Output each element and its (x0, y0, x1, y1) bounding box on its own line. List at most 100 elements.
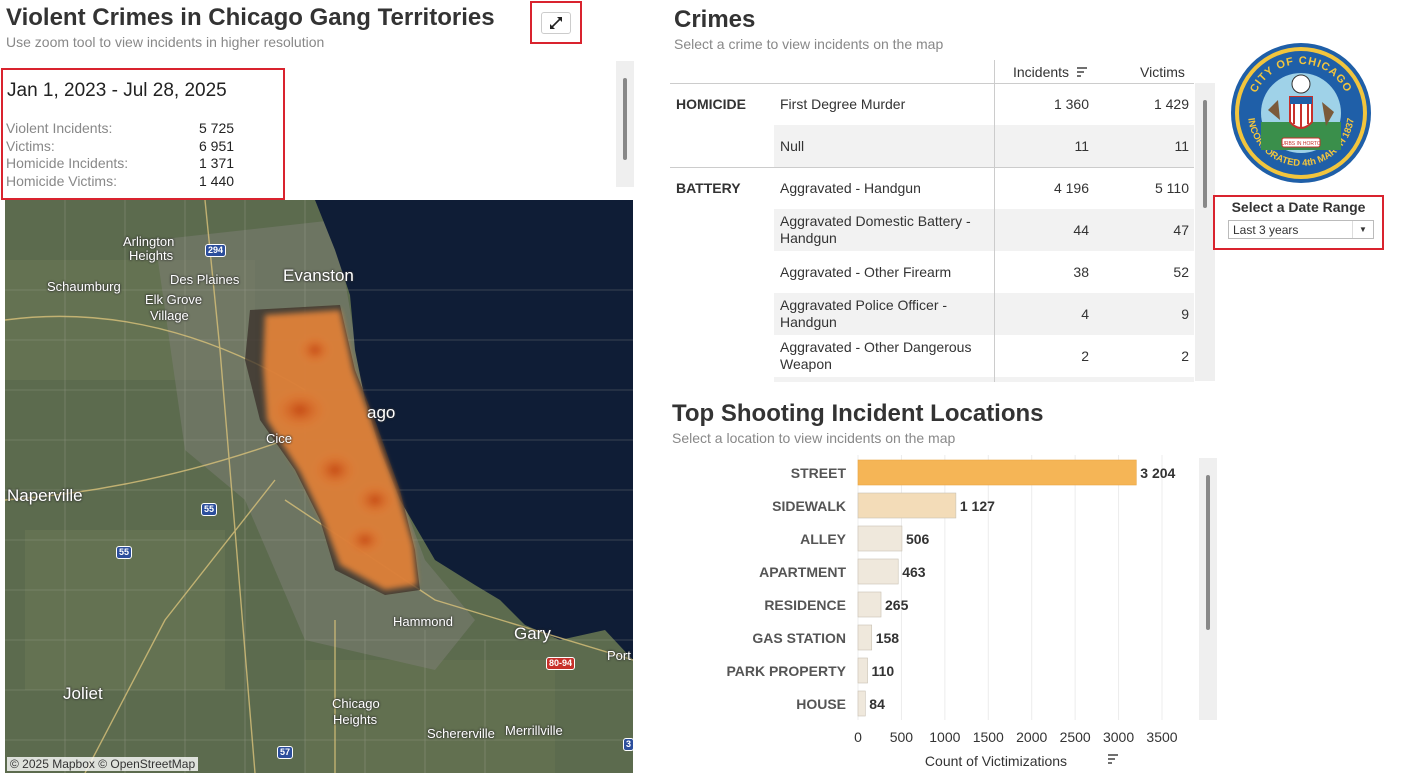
crime-row-name[interactable]: Aggravated - Other Firearm (780, 264, 995, 281)
crimes-subtitle: Select a crime to view incidents on the … (674, 36, 944, 52)
bar-gas-station[interactable] (857, 624, 873, 651)
dropdown-arrow-icon[interactable]: ▼ (1352, 221, 1373, 238)
crime-row-incidents[interactable]: 38 (1019, 264, 1089, 280)
bar-sidewalk[interactable] (857, 492, 957, 519)
x-tick-label: 1000 (929, 729, 960, 745)
crime-row-victims[interactable]: 5 110 (1119, 180, 1189, 196)
header-divider (670, 83, 1194, 84)
crime-row-name[interactable]: Aggravated Police Officer - Handgun (780, 297, 995, 331)
map-label-village: Village (150, 308, 189, 323)
map-label-gary: Gary (514, 624, 551, 643)
date-range-selected-value: Last 3 years (1233, 223, 1299, 237)
bar-value-label: 1 127 (960, 498, 995, 514)
crime-row-name[interactable]: Null (780, 138, 995, 155)
sort-icon[interactable] (1076, 67, 1088, 77)
x-tick-label: 3500 (1146, 729, 1177, 745)
crime-row-name[interactable]: Aggravated Domestic Battery - Handgun (780, 213, 995, 247)
map-label-des-plaines: Des Plaines (170, 272, 240, 287)
category-battery[interactable]: BATTERY (676, 180, 741, 196)
crime-row-victims[interactable]: 1 429 (1119, 96, 1189, 112)
crime-row-name[interactable]: Aggravated - Handgun (780, 180, 995, 197)
stat-label-homicide-victims: Homicide Victims: (6, 173, 117, 189)
locations-scrollbar-thumb[interactable] (1206, 475, 1210, 630)
bar-value-label: 463 (902, 564, 926, 580)
category-label[interactable]: GAS STATION (752, 630, 846, 646)
summary-scrollbar-thumb[interactable] (623, 78, 627, 160)
seal-icon: CITY OF CHICAGO INCORPORATED 4th MARCH 1… (1231, 43, 1371, 183)
page-subtitle: Use zoom tool to view incidents in highe… (6, 34, 325, 50)
map-label-chicago: ago (367, 403, 396, 422)
bar-value-label: 158 (876, 630, 900, 646)
map-label-naperville: Naperville (7, 486, 83, 505)
bar-alley[interactable] (857, 525, 903, 552)
crime-row-name[interactable]: First Degree Murder (780, 96, 995, 113)
bar-street[interactable] (857, 459, 1137, 486)
map-label-schererville: Schererville (427, 726, 495, 741)
date-range-select[interactable]: Last 3 years ▼ (1228, 220, 1374, 239)
stat-label-victims: Victims: (6, 138, 55, 154)
category-homicide[interactable]: HOMICIDE (676, 96, 746, 112)
locations-title: Top Shooting Incident Locations (672, 400, 1044, 427)
column-header-incidents[interactable]: Incidents (1013, 64, 1088, 80)
map-attribution[interactable]: © 2025 Mapbox © OpenStreetMap (7, 757, 199, 771)
bar-house[interactable] (857, 690, 866, 717)
crime-row-victims[interactable]: 47 (1119, 222, 1189, 238)
bar-value-label: 506 (906, 531, 930, 547)
date-filter-label: Select a Date Range (1231, 199, 1366, 215)
crime-row-incidents[interactable]: 4 (1019, 306, 1089, 322)
crime-map[interactable]: Arlington Heights Schaumburg Des Plaines… (5, 200, 633, 773)
map-label-merrillville: Merrillville (505, 723, 563, 738)
seal-ribbon-text: URBS IN HORTO (1281, 141, 1321, 147)
map-label-joliet: Joliet (63, 684, 103, 703)
highway-shield-57: 57 (277, 746, 294, 759)
axis-sort-icon[interactable] (1108, 754, 1118, 764)
map-label-chicago-heights-1: Chicago (332, 696, 380, 711)
column-header-incidents-label: Incidents (1013, 64, 1070, 80)
crime-row-victims[interactable]: 2 (1119, 348, 1189, 364)
highway-shield-55b: 55 (116, 546, 133, 559)
crime-row-incidents[interactable]: 2 (1019, 348, 1089, 364)
map-label-arlington: Arlington (123, 234, 175, 249)
crime-row-incidents[interactable]: 1 360 (1019, 96, 1089, 112)
x-tick-label: 500 (890, 729, 914, 745)
category-label[interactable]: ALLEY (800, 531, 847, 547)
bar-residence[interactable] (857, 591, 882, 618)
bar-park-property[interactable] (857, 657, 868, 684)
map-label-heights: Heights (129, 248, 174, 263)
x-tick-label: 2000 (1016, 729, 1047, 745)
category-label[interactable]: RESIDENCE (764, 597, 846, 613)
crime-row-victims[interactable]: 11 (1119, 138, 1189, 154)
expand-icon (550, 17, 562, 29)
date-range-text: Jan 1, 2023 - Jul 28, 2025 (7, 80, 227, 101)
category-label[interactable]: PARK PROPERTY (726, 663, 846, 679)
crime-row-victims[interactable]: 9 (1119, 306, 1189, 322)
bar-apartment[interactable] (857, 558, 899, 585)
crime-row-incidents[interactable]: 44 (1019, 222, 1089, 238)
map-label-chicago-heights-2: Heights (333, 712, 378, 727)
column-header-victims[interactable]: Victims (1140, 64, 1185, 80)
crimes-table: Incidents Victims HOMICIDE First Degree … (670, 60, 1194, 382)
map-label-elk-grove: Elk Grove (145, 292, 203, 307)
crime-row-victims[interactable]: 52 (1119, 264, 1189, 280)
category-label[interactable]: SIDEWALK (772, 498, 846, 514)
category-label[interactable]: APARTMENT (759, 564, 846, 580)
x-tick-label: 1500 (973, 729, 1004, 745)
highway-shield-80-94: 80-94 (546, 657, 576, 670)
crime-row-incidents[interactable]: 11 (1019, 138, 1089, 154)
expand-button[interactable] (541, 12, 571, 34)
map-label-schaumburg: Schaumburg (47, 279, 121, 294)
category-label[interactable]: STREET (791, 465, 847, 481)
crimes-scrollbar-thumb[interactable] (1203, 100, 1207, 208)
crime-row-incidents[interactable]: 4 196 (1019, 180, 1089, 196)
crimes-title: Crimes (674, 6, 756, 33)
stat-value-homicide-incidents: 1 371 (199, 155, 235, 171)
crime-row-name[interactable]: Aggravated - Other Dangerous Weapon (780, 339, 995, 373)
stat-label-violent-incidents: Violent Incidents: (6, 120, 113, 136)
bar-value-label: 265 (885, 597, 909, 613)
group-divider (670, 167, 1194, 168)
stat-value-victims: 6 951 (199, 138, 235, 154)
bar-value-label: 3 204 (1140, 465, 1175, 481)
bar-value-label: 110 (872, 663, 895, 679)
category-label[interactable]: HOUSE (796, 696, 846, 712)
x-tick-label: 3000 (1103, 729, 1134, 745)
